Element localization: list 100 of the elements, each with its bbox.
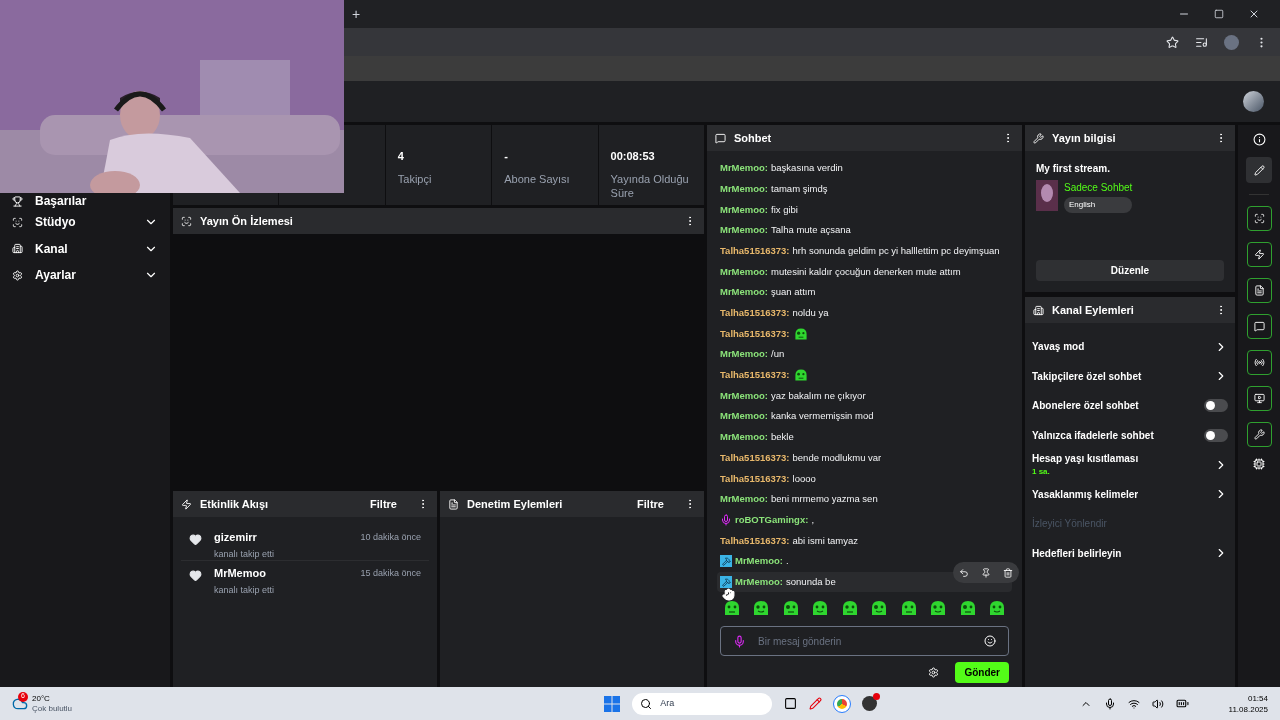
chat-username[interactable]: MrMemoo: xyxy=(720,492,769,507)
chat-username[interactable]: MrMemoo: xyxy=(720,223,769,238)
sidebar-item[interactable]: Kanal xyxy=(0,235,170,262)
rail-icon xyxy=(1253,321,1265,332)
edit-rail-button[interactable] xyxy=(1246,157,1272,183)
chat-username[interactable]: MrMemoo: xyxy=(720,409,769,424)
sidebar-label: Stüdyo xyxy=(35,214,77,232)
microphone-badge-icon xyxy=(720,514,732,527)
new-tab-button[interactable]: + xyxy=(348,3,365,25)
task-view-icon[interactable] xyxy=(784,697,798,710)
close-icon[interactable] xyxy=(1248,8,1260,20)
profile-avatar[interactable] xyxy=(1224,34,1239,50)
sidebar-item[interactable]: Stüdyo xyxy=(0,209,170,236)
settings-icon[interactable] xyxy=(928,667,940,679)
edit-button[interactable]: Düzenle xyxy=(1036,260,1224,281)
chat-text: , xyxy=(811,512,814,527)
pin-icon[interactable] xyxy=(981,567,991,578)
chat-username[interactable]: MrMemoo: xyxy=(720,430,769,445)
taskbar-search-field[interactable]: Ara xyxy=(632,692,773,715)
user-avatar[interactable] xyxy=(1243,91,1264,112)
info-icon[interactable] xyxy=(1252,133,1266,146)
recorder-app-icon[interactable] xyxy=(862,696,878,711)
stat-value: 00:08:53 xyxy=(610,149,656,164)
chat-username[interactable]: Talha51516373: xyxy=(720,471,790,486)
chat-text: . xyxy=(786,554,789,569)
rail-button[interactable] xyxy=(1246,278,1272,303)
chat-username[interactable]: Talha51516373: xyxy=(720,450,790,466)
channel-action[interactable]: Takipçilere özel sohbet xyxy=(1032,361,1228,391)
chat-username[interactable]: MrMemoo: xyxy=(720,347,769,362)
sidebar-icon xyxy=(12,216,23,228)
undo-icon[interactable] xyxy=(959,567,969,578)
chat-username[interactable]: Talha51516373: xyxy=(720,306,790,321)
browser-app-icon[interactable] xyxy=(834,695,851,712)
media-control-icon[interactable] xyxy=(1195,35,1208,49)
channel-action[interactable]: Abonelere özel sohbet xyxy=(1032,391,1228,421)
filter-button[interactable]: Filtre xyxy=(637,495,664,513)
rail-button[interactable] xyxy=(1246,386,1272,411)
channel-action[interactable]: Yasaklanmış kelimeler xyxy=(1032,479,1228,509)
channel-action[interactable]: Yavaş mod xyxy=(1032,332,1228,362)
rail-icon xyxy=(1253,429,1265,440)
toggle-switch[interactable] xyxy=(1204,428,1228,442)
category-link[interactable]: Sadece Sohbet xyxy=(1064,180,1133,195)
volume-icon[interactable] xyxy=(1151,697,1164,710)
chat-username[interactable]: MrMemoo: xyxy=(720,161,769,176)
rail-button[interactable] xyxy=(1246,206,1272,231)
delete-icon[interactable] xyxy=(1003,567,1013,578)
filter-button[interactable]: Filtre xyxy=(370,495,397,513)
chat-username[interactable]: MrMemoo: xyxy=(720,181,769,197)
rail-button[interactable] xyxy=(1246,422,1272,447)
toggle-switch[interactable] xyxy=(1204,399,1228,413)
action-label: Yasaklanmış kelimeler xyxy=(1032,487,1140,502)
rail-button[interactable] xyxy=(1246,350,1272,375)
emoji-icon[interactable] xyxy=(984,635,996,648)
chat-text: bekle xyxy=(771,430,794,445)
stat-label: Abone Sayısı xyxy=(504,171,571,186)
microphone-tray-icon[interactable] xyxy=(1103,697,1116,710)
chat-text: abi ismi tamyaz xyxy=(792,533,858,548)
event-time: 10 dakika önce xyxy=(360,531,421,544)
channel-action[interactable]: Hesap yaşı kısıtlaması 1 sa. xyxy=(1032,450,1228,480)
chat-username[interactable]: MrMemoo: xyxy=(720,285,769,300)
sidebar-label: Ayarlar xyxy=(35,267,77,285)
action-label: Abonelere özel sohbet xyxy=(1032,399,1140,414)
restore-icon[interactable] xyxy=(1214,9,1224,19)
pen-app-icon[interactable] xyxy=(809,697,823,710)
message-input[interactable]: Bir mesaj gönderin xyxy=(720,626,1009,657)
stat-value: 4 xyxy=(397,149,405,164)
sidebar-item[interactable]: Ayarlar xyxy=(0,262,170,289)
battery-icon[interactable] xyxy=(1175,697,1189,710)
message-field[interactable]: Bir mesaj gönderin xyxy=(758,633,972,649)
action-label: Yavaş mod xyxy=(1032,340,1086,355)
chat-text: Talha mute açsana xyxy=(771,223,851,238)
chat-username[interactable]: Talha51516373: xyxy=(720,243,790,259)
chat-username[interactable]: MrMemoo: xyxy=(720,264,769,279)
chat-text: başkasına verdin xyxy=(771,161,843,176)
microphone-icon[interactable] xyxy=(733,634,746,648)
sidebar-item[interactable]: Başarılar xyxy=(0,193,170,209)
action-label: Hedefleri belirleyin xyxy=(1032,546,1123,561)
chat-username[interactable]: MrMemoo: xyxy=(720,202,769,217)
chat-text: noldu ya xyxy=(792,306,829,321)
bookmark-star-icon[interactable] xyxy=(1166,35,1179,49)
network-icon[interactable] xyxy=(1127,697,1140,710)
chat-username[interactable]: Talha51516373: xyxy=(720,368,790,383)
rail-button[interactable] xyxy=(1246,242,1272,267)
chat-username[interactable]: MrMemoo: xyxy=(720,388,769,404)
chat-username[interactable]: roBOTGamingx: xyxy=(735,512,809,528)
stat-value: - xyxy=(504,149,509,164)
rail-button[interactable] xyxy=(1246,314,1272,339)
sidebar-icon xyxy=(12,195,23,207)
stat-label: Yayında Olduğu Süre xyxy=(610,171,690,200)
chat-username[interactable]: MrMemoo: xyxy=(735,574,784,590)
send-button[interactable]: Gönder xyxy=(955,662,1009,684)
chat-username[interactable]: Talha51516373: xyxy=(720,326,790,341)
start-icon[interactable] xyxy=(604,695,621,712)
chat-text: fix gibi xyxy=(771,202,798,217)
channel-action[interactable]: Hedefleri belirleyin xyxy=(1032,538,1228,568)
chat-username[interactable]: Talha51516373: xyxy=(720,533,790,548)
channel-action[interactable]: Yalnızca ifadelerle sohbet xyxy=(1032,420,1228,450)
panel-title: Kanal Eylemleri xyxy=(1052,302,1135,318)
chat-username[interactable]: MrMemoo: xyxy=(735,554,784,569)
document-icon xyxy=(448,498,459,510)
